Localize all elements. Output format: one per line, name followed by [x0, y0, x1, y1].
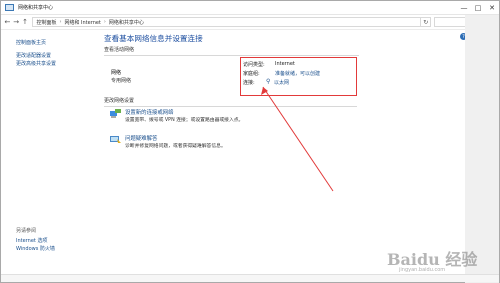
- window: 网络和共享中心 — □ ✕ ← → ↑ 控制面板 › 网络和 Internet …: [0, 0, 500, 283]
- network-name: 网络: [111, 70, 122, 76]
- access-type-value: Internet: [275, 61, 295, 67]
- main-content: 查看基本网络信息并设置连接 查看活动网络: [104, 33, 359, 56]
- see-also-heading: 另请参阅: [16, 228, 37, 234]
- sidebar-item-adapter-settings[interactable]: 更改适配器设置: [16, 52, 86, 60]
- see-also: 另请参阅 Internet 选项 Windows 防火墙: [16, 227, 55, 253]
- address-bar-row: ← → ↑ 控制面板 › 网络和 Internet › 网络和共享中心 ↻ ⌕: [1, 15, 499, 30]
- setup-new-connection-desc: 设置宽带、拨号或 VPN 连接；或设置路由器或接入点。: [125, 118, 244, 123]
- setup-new-connection-link[interactable]: 设置新的连接或网络: [125, 108, 174, 116]
- breadcrumb-network-internet[interactable]: 网络和 Internet: [64, 19, 100, 26]
- breadcrumb-separator: ›: [103, 19, 106, 25]
- windows-firewall-link[interactable]: Windows 防火墙: [16, 245, 55, 253]
- new-connection-icon: [110, 109, 121, 118]
- maximize-button[interactable]: □: [471, 1, 485, 15]
- right-gray-panel: [465, 15, 499, 283]
- active-networks-heading: 查看活动网络: [104, 46, 359, 56]
- annotation-arrow: [261, 86, 334, 192]
- refresh-icon[interactable]: ↻: [421, 17, 432, 27]
- access-type-label: 访问类型:: [243, 62, 265, 68]
- breadcrumb-separator: ›: [59, 19, 62, 25]
- window-title: 网络和共享中心: [18, 5, 54, 11]
- forward-arrow-icon[interactable]: →: [12, 18, 21, 26]
- sidebar: 控制面板主页 更改适配器设置 更改高级共享设置: [16, 39, 86, 68]
- sidebar-item-control-panel-home[interactable]: 控制面板主页: [16, 39, 86, 47]
- troubleshoot-desc: 诊断并修复网络问题，或者获得疑难解答信息。: [125, 144, 226, 149]
- breadcrumb[interactable]: 控制面板 › 网络和 Internet › 网络和共享中心: [32, 17, 422, 27]
- page-title: 查看基本网络信息并设置连接: [104, 34, 203, 43]
- watermark-url: jingyan.baidu.com: [399, 267, 446, 273]
- troubleshoot-link[interactable]: 问题疑难解答: [125, 134, 157, 142]
- breadcrumb-network-center[interactable]: 网络和共享中心: [109, 19, 144, 26]
- up-arrow-icon[interactable]: ↑: [21, 18, 30, 26]
- network-type[interactable]: 专用网络: [111, 77, 131, 84]
- homegroup-link[interactable]: 准备就绪，可以创建: [275, 70, 320, 77]
- sidebar-item-advanced-sharing[interactable]: 更改高级共享设置: [16, 60, 86, 68]
- close-button[interactable]: ✕: [485, 1, 499, 15]
- title-bar: 网络和共享中心 — □ ✕: [1, 1, 499, 15]
- homegroup-label: 家庭组:: [243, 71, 260, 77]
- status-bar: [1, 274, 499, 282]
- back-arrow-icon[interactable]: ←: [3, 18, 12, 26]
- network-center-icon: [5, 4, 14, 11]
- troubleshoot-icon: [110, 136, 121, 143]
- breadcrumb-control-panel[interactable]: 控制面板: [36, 19, 56, 26]
- internet-options-link[interactable]: Internet 选项: [16, 237, 55, 245]
- minimize-button[interactable]: —: [457, 1, 471, 15]
